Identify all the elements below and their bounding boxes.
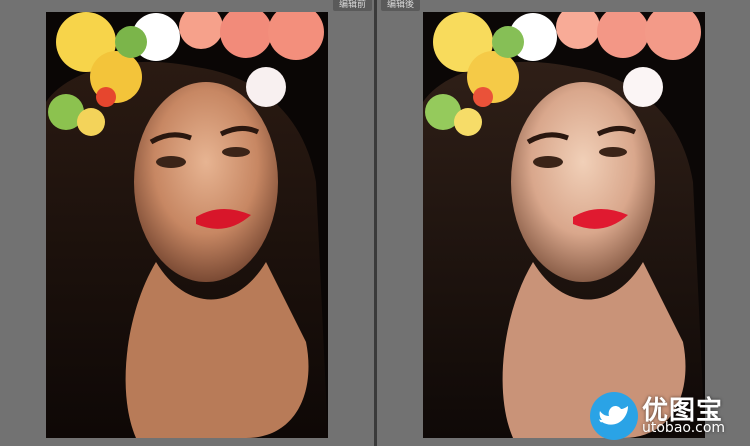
watermark-logo: 优图宝 utobao.com	[590, 392, 742, 440]
before-portrait-image	[46, 12, 328, 438]
before-tab-label: 编辑前	[333, 0, 373, 11]
after-panel: 编辑後	[377, 0, 750, 446]
after-photo	[423, 12, 705, 438]
bird-icon	[590, 392, 638, 440]
before-panel: 编辑前	[0, 0, 374, 446]
after-tab-label: 编辑後	[381, 0, 421, 11]
watermark-brand-en: utobao.com	[642, 420, 726, 436]
after-portrait-image	[423, 12, 705, 438]
before-photo	[46, 12, 328, 438]
compare-view: 编辑前 编辑後 优图宝 utobao.com	[0, 0, 750, 446]
